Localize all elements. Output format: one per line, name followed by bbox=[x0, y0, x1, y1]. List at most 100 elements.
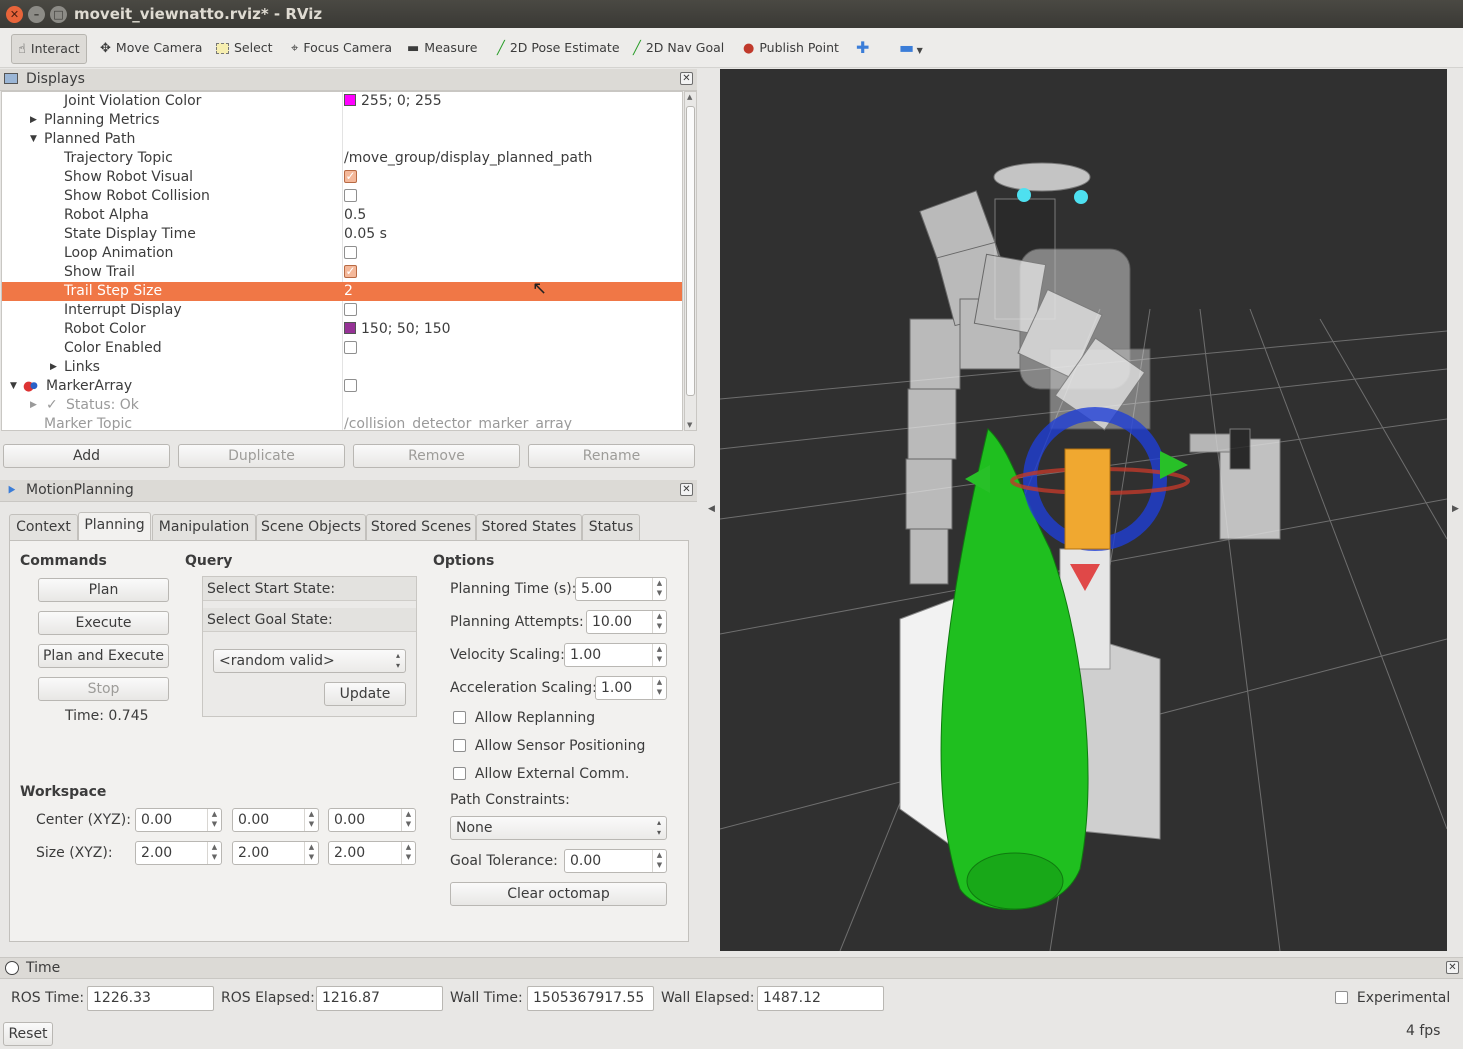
plan-and-execute-button[interactable]: Plan and Execute bbox=[38, 644, 169, 668]
tree-row[interactable]: ▼ Planned Path bbox=[2, 130, 682, 149]
measure-tool-button[interactable]: ▬ Measure bbox=[407, 34, 477, 64]
interact-tool-button[interactable]: ☝ Interact bbox=[11, 34, 87, 64]
tree-row[interactable]: ▼ ● ● MarkerArray bbox=[2, 377, 682, 396]
allow-replanning-checkbox[interactable] bbox=[453, 710, 466, 724]
tree-row[interactable]: Loop Animation bbox=[2, 244, 682, 263]
goal-tolerance-input[interactable]: 0.00 ▲ ▼ bbox=[564, 849, 667, 873]
tree-row[interactable]: Joint Violation Color 255; 0; 255 bbox=[2, 92, 682, 111]
plan-button[interactable]: Plan bbox=[38, 578, 169, 602]
allow-external-comm-option[interactable]: Allow External Comm. bbox=[453, 766, 629, 782]
tree-row[interactable]: State Display Time 0.05 s bbox=[2, 225, 682, 244]
tree-row[interactable]: Robot Color 150; 50; 150 bbox=[2, 320, 682, 339]
allow-replanning-option[interactable]: Allow Replanning bbox=[453, 710, 595, 726]
remove-tool-button[interactable]: ▬ ▼ bbox=[899, 34, 923, 64]
tab-status[interactable]: Status bbox=[582, 514, 640, 540]
window-close-button[interactable]: ✕ bbox=[6, 6, 23, 23]
wall-time-field[interactable]: 1505367917.55 bbox=[527, 986, 654, 1011]
experimental-option[interactable]: Experimental bbox=[1335, 990, 1450, 1006]
execute-button[interactable]: Execute bbox=[38, 611, 169, 635]
focus-camera-tool-button[interactable]: ⌖ Focus Camera bbox=[291, 34, 392, 64]
experimental-checkbox[interactable] bbox=[1335, 990, 1348, 1004]
show-robot-visual-checkbox[interactable]: ✓ bbox=[344, 169, 357, 183]
planning-time-input[interactable]: 5.00 ▲ ▼ bbox=[575, 577, 667, 601]
acceleration-scaling-input[interactable]: 1.00 ▲ ▼ bbox=[595, 676, 667, 700]
size-x-input[interactable]: 2.00 ▲ ▼ bbox=[135, 841, 222, 865]
displays-scrollbar[interactable]: ▲ ▼ bbox=[684, 91, 697, 431]
add-tool-button[interactable]: ✚ bbox=[856, 34, 869, 64]
reset-button[interactable]: Reset bbox=[3, 1022, 53, 1046]
spinner-arrows-icon[interactable]: ▲ ▼ bbox=[652, 644, 666, 666]
tree-row[interactable]: Color Enabled bbox=[2, 339, 682, 358]
close-icon[interactable]: ✕ bbox=[680, 483, 693, 496]
tree-row[interactable]: Show Trail ✓ bbox=[2, 263, 682, 282]
path-constraints-select[interactable]: None ▴ ▾ bbox=[450, 816, 667, 840]
tree-row[interactable]: Show Robot Collision bbox=[2, 187, 682, 206]
scrollbar-thumb[interactable] bbox=[686, 106, 695, 396]
tree-row[interactable]: Interrupt Display bbox=[2, 301, 682, 320]
marker-array-enable-checkbox[interactable] bbox=[344, 378, 357, 392]
tree-row[interactable]: Marker Topic /collision_detector_marker_… bbox=[2, 415, 682, 430]
allow-sensor-positioning-checkbox[interactable] bbox=[453, 738, 466, 752]
collapse-right-icon[interactable]: ▶ bbox=[1452, 504, 1459, 514]
collapse-left-icon[interactable]: ◀ bbox=[708, 504, 715, 514]
update-button[interactable]: Update bbox=[324, 682, 406, 706]
velocity-scaling-input[interactable]: 1.00 ▲ ▼ bbox=[564, 643, 667, 667]
expand-arrow-icon[interactable]: ▶ bbox=[30, 396, 37, 415]
window-maximize-button[interactable]: □ bbox=[50, 6, 67, 23]
scroll-up-icon[interactable]: ▲ bbox=[687, 93, 692, 101]
tab-stored-states[interactable]: Stored States bbox=[476, 514, 582, 540]
add-display-button[interactable]: Add bbox=[3, 444, 170, 468]
tree-row[interactable]: Show Robot Visual ✓ bbox=[2, 168, 682, 187]
spinner-arrows-icon[interactable]: ▲ ▼ bbox=[401, 809, 415, 831]
tab-manipulation[interactable]: Manipulation bbox=[152, 514, 256, 540]
tab-context[interactable]: Context bbox=[9, 514, 78, 540]
collapse-arrow-icon[interactable]: ▼ bbox=[30, 130, 37, 149]
collapse-arrow-icon[interactable]: ▼ bbox=[10, 377, 17, 396]
allow-external-comm-checkbox[interactable] bbox=[453, 766, 466, 780]
wall-elapsed-field[interactable]: 1487.12 bbox=[757, 986, 884, 1011]
size-z-input[interactable]: 2.00 ▲ ▼ bbox=[328, 841, 416, 865]
2d-pose-estimate-tool-button[interactable]: ╱ 2D Pose Estimate bbox=[497, 34, 620, 64]
spinner-arrows-icon[interactable]: ▲ ▼ bbox=[304, 842, 318, 864]
2d-nav-goal-tool-button[interactable]: ╱ 2D Nav Goal bbox=[633, 34, 724, 64]
spinner-arrows-icon[interactable]: ▲ ▼ bbox=[652, 578, 666, 600]
tab-stored-scenes[interactable]: Stored Scenes bbox=[366, 514, 476, 540]
ros-elapsed-field[interactable]: 1216.87 bbox=[316, 986, 443, 1011]
spinner-arrows-icon[interactable]: ▲ ▼ bbox=[401, 842, 415, 864]
remove-display-button[interactable]: Remove bbox=[353, 444, 520, 468]
show-trail-checkbox[interactable]: ✓ bbox=[344, 264, 357, 278]
center-y-input[interactable]: 0.00 ▲ ▼ bbox=[232, 808, 319, 832]
select-goal-state[interactable]: Select Goal State: bbox=[203, 608, 416, 632]
center-z-input[interactable]: 0.00 ▲ ▼ bbox=[328, 808, 416, 832]
spinner-arrows-icon[interactable]: ▲ ▼ bbox=[304, 809, 318, 831]
center-x-input[interactable]: 0.00 ▲ ▼ bbox=[135, 808, 222, 832]
publish-point-tool-button[interactable]: ● Publish Point bbox=[743, 34, 839, 64]
stop-button[interactable]: Stop bbox=[38, 677, 169, 701]
move-camera-tool-button[interactable]: ✥ Move Camera bbox=[100, 34, 202, 64]
duplicate-display-button[interactable]: Duplicate bbox=[178, 444, 345, 468]
close-icon[interactable]: ✕ bbox=[1446, 961, 1459, 974]
tab-planning[interactable]: Planning bbox=[78, 512, 151, 540]
ros-time-field[interactable]: 1226.33 bbox=[87, 986, 214, 1011]
tree-row[interactable]: ▶ ✓ Status: Ok bbox=[2, 396, 682, 415]
tree-row[interactable]: ▶ Planning Metrics bbox=[2, 111, 682, 130]
window-minimize-button[interactable]: – bbox=[28, 6, 45, 23]
expand-arrow-icon[interactable]: ▶ bbox=[30, 111, 37, 130]
allow-sensor-positioning-option[interactable]: Allow Sensor Positioning bbox=[453, 738, 645, 754]
spinner-arrows-icon[interactable]: ▲ ▼ bbox=[652, 677, 666, 699]
goal-state-select[interactable]: <random valid> ▴ ▾ bbox=[213, 649, 406, 673]
tree-row-selected[interactable]: Trail Step Size 2 ↖ bbox=[2, 279, 682, 301]
select-tool-button[interactable]: Select bbox=[216, 34, 273, 64]
interrupt-display-checkbox[interactable] bbox=[344, 302, 357, 316]
spinner-arrows-icon[interactable]: ▲ ▼ bbox=[207, 809, 221, 831]
scroll-down-icon[interactable]: ▼ bbox=[687, 421, 692, 429]
size-y-input[interactable]: 2.00 ▲ ▼ bbox=[232, 841, 319, 865]
show-robot-collision-checkbox[interactable] bbox=[344, 188, 357, 202]
tree-row[interactable]: Trajectory Topic /move_group/display_pla… bbox=[2, 149, 682, 168]
spinner-arrows-icon[interactable]: ▲ ▼ bbox=[652, 611, 666, 633]
select-start-state[interactable]: Select Start State: bbox=[203, 577, 416, 601]
tree-row[interactable]: Robot Alpha 0.5 bbox=[2, 206, 682, 225]
clear-octomap-button[interactable]: Clear octomap bbox=[450, 882, 667, 906]
3d-render-view[interactable] bbox=[720, 69, 1447, 951]
spinner-arrows-icon[interactable]: ▲ ▼ bbox=[652, 850, 666, 872]
